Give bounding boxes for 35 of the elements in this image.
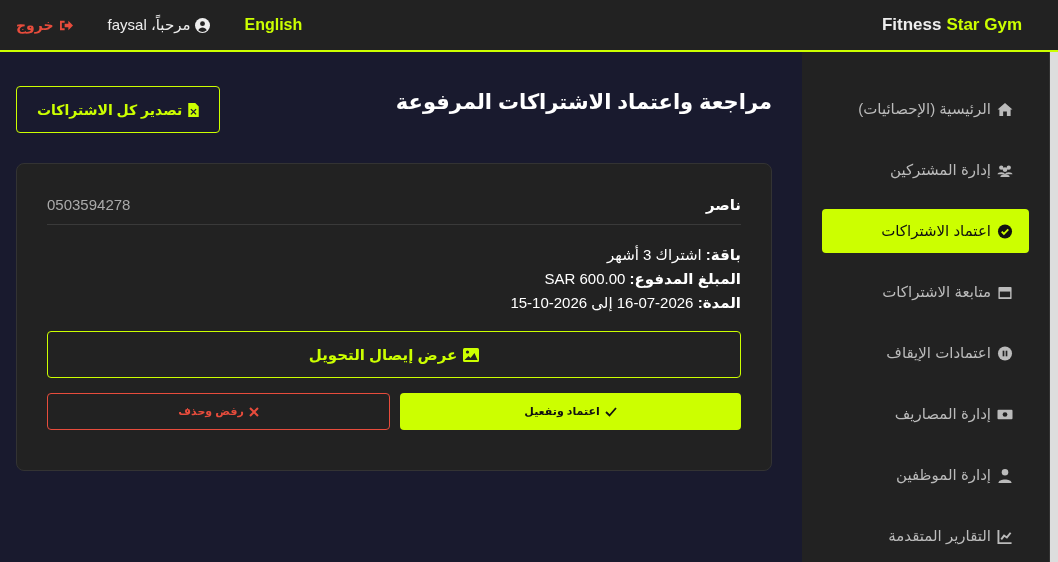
- sidebar-item[interactable]: متابعة الاشتراكات: [822, 270, 1029, 314]
- logout-link[interactable]: خروج: [16, 17, 74, 33]
- sidebar-item[interactable]: إدارة المصاريف: [822, 392, 1029, 436]
- member-phone: 0503594278: [47, 196, 131, 214]
- brand-name-accent: Star Gym: [946, 15, 1022, 35]
- language-link[interactable]: English: [244, 16, 303, 34]
- greeting-text: مرحباً، faysal: [107, 16, 191, 34]
- user-icon: [195, 17, 211, 33]
- image-icon: [463, 347, 480, 362]
- brand-name: Fitness: [881, 15, 942, 35]
- user-icon: [997, 467, 1013, 483]
- chart-icon: [997, 528, 1013, 544]
- export-button[interactable]: تصدير كل الاشتراكات: [16, 86, 221, 133]
- page-title: مراجعة واعتماد الاشتراكات المرفوعة: [395, 90, 772, 114]
- file-icon: [188, 102, 200, 117]
- sidebar-item[interactable]: اعتماد الاشتراكات: [822, 209, 1029, 253]
- sidebar-item[interactable]: إدارة الموظفين: [822, 453, 1029, 497]
- detail-line: باقة: اشتراك 3 أشهر: [605, 244, 741, 265]
- check-circle-icon: [997, 223, 1013, 239]
- view-receipt-button[interactable]: عرض إيصال التحويل: [47, 331, 741, 378]
- approve-button[interactable]: اعتماد وتفعيل: [400, 393, 741, 430]
- logout-icon: [58, 18, 74, 32]
- close-icon: [248, 406, 259, 417]
- pause-icon: [997, 345, 1013, 361]
- sidebar-item[interactable]: الرئيسية (الإحصائيات): [822, 87, 1029, 131]
- scrollbar[interactable]: [1050, 52, 1058, 562]
- sidebar-item[interactable]: اعتمادات الإيقاف: [822, 331, 1029, 375]
- sidebar-item[interactable]: إدارة المشتركين: [822, 148, 1029, 192]
- member-name: ناصر: [705, 196, 741, 214]
- calendar-icon: [997, 284, 1013, 300]
- reject-button[interactable]: رفض وحذف: [47, 393, 390, 430]
- check-icon: [604, 406, 617, 417]
- detail-line: المدة: 2026-07-16 إلى 2026-10-15: [509, 293, 741, 313]
- sidebar-item[interactable]: التقارير المتقدمة: [822, 514, 1029, 558]
- home-icon: [997, 101, 1013, 117]
